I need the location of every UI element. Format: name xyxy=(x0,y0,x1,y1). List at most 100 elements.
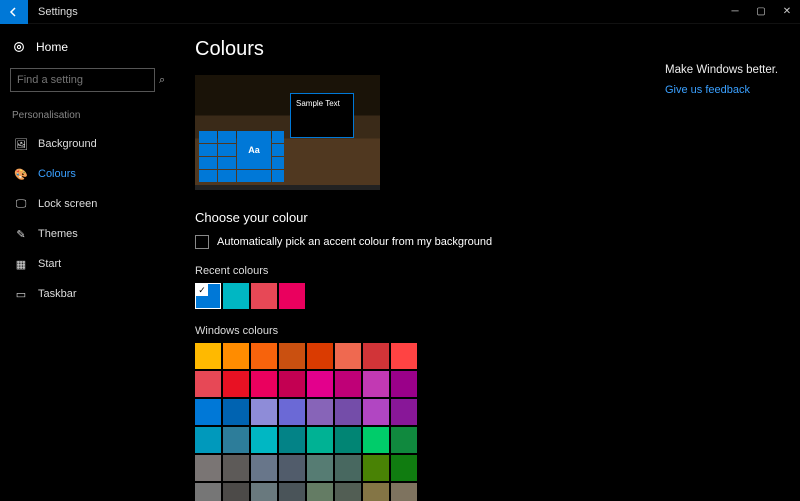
sidebar-item-start[interactable]: ▦ Start xyxy=(10,251,155,277)
palette-swatch[interactable] xyxy=(279,343,305,369)
palette-swatch[interactable] xyxy=(223,483,249,501)
main-content: Colours Aa Sample Text Choose your colou… xyxy=(165,24,665,501)
palette-swatch[interactable] xyxy=(251,343,277,369)
palette-swatch[interactable] xyxy=(223,455,249,481)
palette-swatch[interactable] xyxy=(335,483,361,501)
palette-swatch[interactable] xyxy=(279,371,305,397)
palette-swatch[interactable] xyxy=(223,371,249,397)
palette-swatch[interactable] xyxy=(335,343,361,369)
back-button[interactable] xyxy=(0,0,28,24)
palette-swatch[interactable] xyxy=(363,483,389,501)
choose-colour-header: Choose your colour xyxy=(195,210,645,225)
palette-swatch[interactable] xyxy=(363,343,389,369)
palette-swatch[interactable] xyxy=(195,371,221,397)
palette-swatch[interactable] xyxy=(279,427,305,453)
preview-popup: Sample Text xyxy=(290,93,354,138)
palette-swatch[interactable] xyxy=(251,399,277,425)
palette-swatch[interactable] xyxy=(251,427,277,453)
window-title: Settings xyxy=(38,6,78,18)
palette-swatch[interactable] xyxy=(223,399,249,425)
auto-pick-label: Automatically pick an accent colour from… xyxy=(217,236,492,248)
sidebar-item-lockscreen[interactable]: 🖵 Lock screen xyxy=(10,191,155,217)
sidebar-item-label: Themes xyxy=(38,228,78,240)
section-label: Personalisation xyxy=(12,110,153,121)
page-title: Colours xyxy=(195,38,645,61)
palette-swatch[interactable] xyxy=(195,455,221,481)
palette-swatch[interactable] xyxy=(335,455,361,481)
start-icon: ▦ xyxy=(14,257,28,271)
palette-swatch[interactable] xyxy=(251,483,277,501)
preview-tiles: Aa xyxy=(199,131,289,186)
gear-icon xyxy=(12,40,26,54)
palette-swatch[interactable] xyxy=(307,343,333,369)
palette-swatch[interactable] xyxy=(391,399,417,425)
palette-swatch[interactable] xyxy=(279,455,305,481)
palette-swatch[interactable] xyxy=(391,371,417,397)
sidebar-item-label: Taskbar xyxy=(38,288,77,300)
palette-icon: 🎨 xyxy=(14,167,28,181)
preview-big-tile: Aa xyxy=(237,131,271,169)
palette-swatch[interactable] xyxy=(279,399,305,425)
sidebar-item-colours[interactable]: 🎨 Colours xyxy=(10,161,155,187)
preview-taskbar xyxy=(195,185,380,190)
recent-colours xyxy=(195,283,645,309)
palette-swatch[interactable] xyxy=(195,427,221,453)
palette-swatch[interactable] xyxy=(251,371,277,397)
palette-swatch[interactable] xyxy=(335,371,361,397)
palette-swatch[interactable] xyxy=(307,371,333,397)
feedback-link[interactable]: Give us feedback xyxy=(665,84,788,96)
sidebar-item-themes[interactable]: ✎ Themes xyxy=(10,221,155,247)
palette-swatch[interactable] xyxy=(307,427,333,453)
palette-swatch[interactable] xyxy=(391,427,417,453)
sidebar-item-label: Background xyxy=(38,138,97,150)
palette-swatch[interactable] xyxy=(307,399,333,425)
sidebar-item-background[interactable]: 🖼 Background xyxy=(10,131,155,157)
palette-swatch[interactable] xyxy=(195,483,221,501)
recent-swatch[interactable] xyxy=(279,283,305,309)
palette-swatch[interactable] xyxy=(307,455,333,481)
feedback-panel: Make Windows better. Give us feedback xyxy=(665,24,800,501)
windows-colours-label: Windows colours xyxy=(195,325,645,337)
palette-swatch[interactable] xyxy=(391,343,417,369)
palette-swatch[interactable] xyxy=(223,427,249,453)
sidebar-item-label: Colours xyxy=(38,168,76,180)
sidebar-item-label: Start xyxy=(38,258,61,270)
auto-pick-checkbox[interactable] xyxy=(195,235,209,249)
palette-swatch[interactable] xyxy=(363,455,389,481)
palette-swatch[interactable] xyxy=(223,343,249,369)
maximize-button[interactable]: ▢ xyxy=(748,0,774,24)
palette-swatch[interactable] xyxy=(363,371,389,397)
palette-swatch[interactable] xyxy=(363,427,389,453)
home-label: Home xyxy=(36,40,68,54)
recent-swatch[interactable] xyxy=(195,283,221,309)
recent-swatch[interactable] xyxy=(251,283,277,309)
sidebar-item-taskbar[interactable]: ▭ Taskbar xyxy=(10,281,155,307)
palette-swatch[interactable] xyxy=(251,455,277,481)
palette-swatch[interactable] xyxy=(195,399,221,425)
sidebar-item-label: Lock screen xyxy=(38,198,97,210)
minimize-button[interactable]: ─ xyxy=(722,0,748,24)
titlebar: Settings ─ ▢ ✕ xyxy=(0,0,800,24)
palette-swatch[interactable] xyxy=(279,483,305,501)
search-field[interactable] xyxy=(17,74,159,86)
palette-swatch[interactable] xyxy=(307,483,333,501)
palette-swatch[interactable] xyxy=(335,427,361,453)
palette-swatch[interactable] xyxy=(363,399,389,425)
palette-swatch[interactable] xyxy=(391,483,417,501)
lock-icon: 🖵 xyxy=(14,197,28,211)
palette-swatch[interactable] xyxy=(335,399,361,425)
palette-swatch[interactable] xyxy=(195,343,221,369)
close-button[interactable]: ✕ xyxy=(774,0,800,24)
back-arrow-icon xyxy=(8,6,20,18)
palette-swatch[interactable] xyxy=(391,455,417,481)
search-input[interactable]: ⌕ xyxy=(10,68,155,92)
sidebar: Home ⌕ Personalisation 🖼 Background 🎨 Co… xyxy=(0,24,165,501)
auto-pick-row[interactable]: Automatically pick an accent colour from… xyxy=(195,235,645,249)
picture-icon: 🖼 xyxy=(14,137,28,151)
colour-preview: Aa Sample Text xyxy=(195,75,380,190)
windows-colours-palette xyxy=(195,343,645,501)
recent-swatch[interactable] xyxy=(223,283,249,309)
recent-colours-label: Recent colours xyxy=(195,265,645,277)
taskbar-icon: ▭ xyxy=(14,287,28,301)
home-nav[interactable]: Home xyxy=(10,36,155,64)
